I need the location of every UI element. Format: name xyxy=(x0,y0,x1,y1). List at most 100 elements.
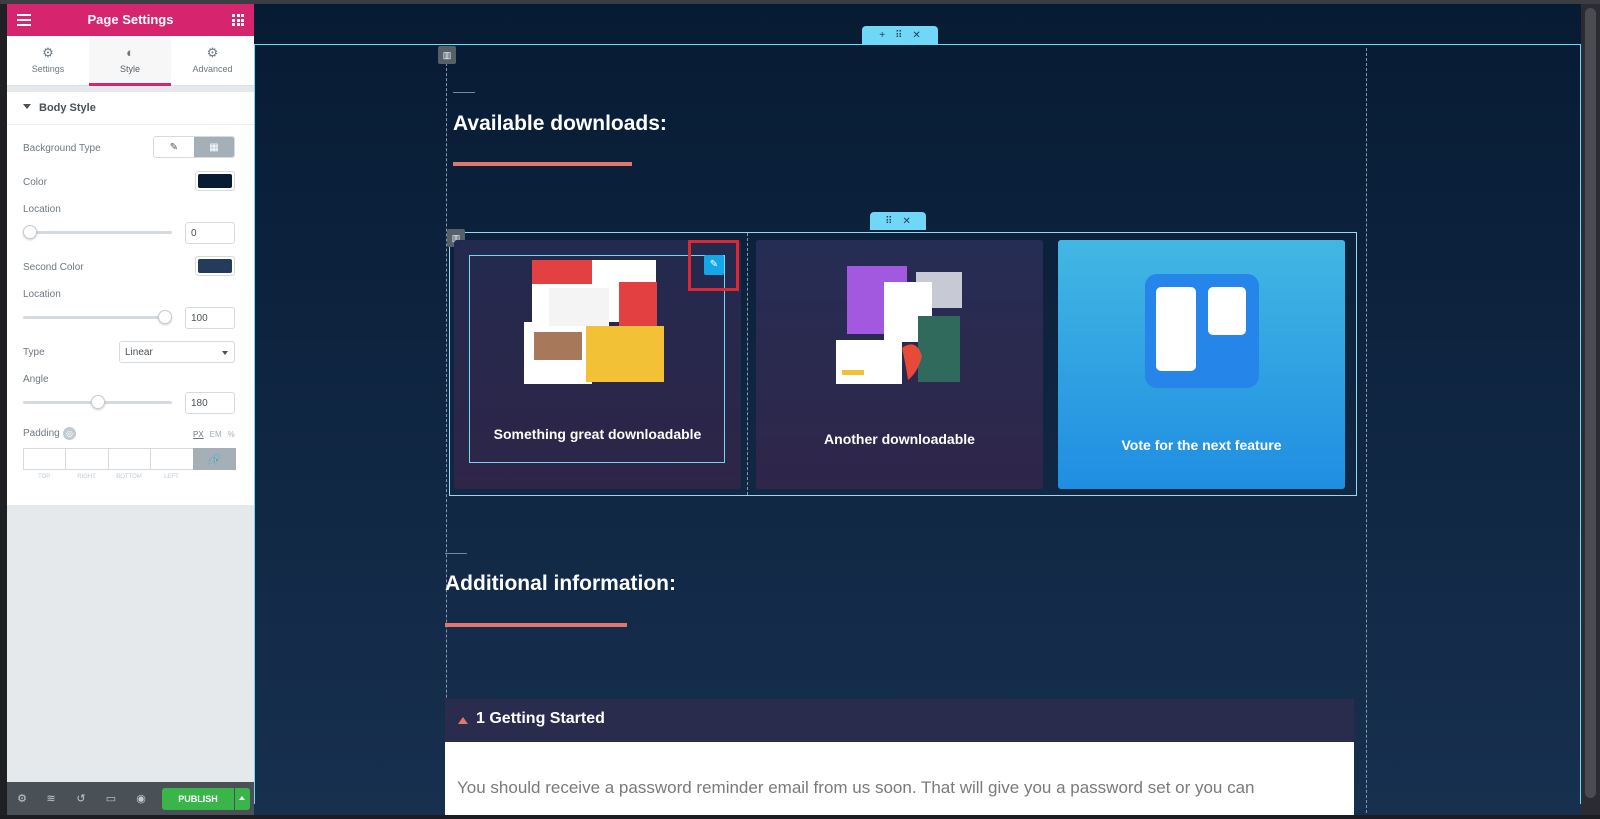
page-preview: + ⠿ ✕ ▥ Available downloads: ⠿ ✕ ▥ Somethin… xyxy=(254,4,1581,815)
heading-underline xyxy=(453,162,632,166)
padding-bottom-label: BOTTOM xyxy=(116,474,142,480)
tab-advanced[interactable]: ⚙ Advanced xyxy=(171,36,254,86)
padding-labels: TOP RIGHT BOTTOM LEFT xyxy=(23,474,235,480)
padding-inputs: 🔗 xyxy=(23,448,237,470)
left-edge xyxy=(0,4,7,815)
type-select[interactable]: Linear xyxy=(119,341,235,363)
tab-style[interactable]: ◐ Style xyxy=(89,36,171,86)
accordion-content: You should receive a password reminder e… xyxy=(445,742,1354,815)
padding-bottom-input[interactable] xyxy=(107,448,152,470)
location-input[interactable]: 0 xyxy=(185,222,235,244)
second-location-label: Location xyxy=(23,289,61,300)
history-icon[interactable]: ↺ xyxy=(74,792,88,806)
section-title: Body Style xyxy=(39,102,96,114)
panel-footer: ⚙ ≋ ↺ ▭ ◉ PUBLISH xyxy=(7,782,254,815)
chevron-down-icon xyxy=(222,351,228,355)
responsive-icon[interactable]: ◎ xyxy=(63,427,76,440)
inner-section-handle[interactable]: ⠿ ✕ xyxy=(870,212,926,230)
section-toggle-body-style[interactable]: Body Style xyxy=(7,92,254,125)
widget-edit-outline xyxy=(469,255,725,463)
card-3-title: Vote for the next feature xyxy=(1121,437,1282,453)
gear-icon[interactable]: ⚙ xyxy=(15,792,29,806)
second-color-swatch-fill xyxy=(198,259,232,273)
angle-input[interactable]: 180 xyxy=(185,392,235,414)
brush-icon[interactable]: ✎ xyxy=(154,137,194,157)
slider-handle[interactable] xyxy=(23,225,37,239)
angle-label: Angle xyxy=(23,374,49,385)
bottom-strip xyxy=(0,815,1600,819)
second-location-slider[interactable] xyxy=(23,310,172,324)
background-type-label: Background Type xyxy=(23,143,101,154)
padding-label: Padding xyxy=(23,428,60,439)
card-2-title: Another downloadable xyxy=(824,431,975,447)
padding-left-label: LEFT xyxy=(164,474,179,480)
angle-slider[interactable] xyxy=(23,395,172,409)
accordion-header[interactable]: 1 Getting Started xyxy=(445,699,1354,742)
publish-options-caret[interactable] xyxy=(235,788,250,810)
second-color-label: Second Color xyxy=(23,262,84,273)
type-label: Type xyxy=(23,347,45,358)
second-color-swatch[interactable] xyxy=(195,256,235,276)
units-switch: PX EM% xyxy=(193,430,241,439)
slider-handle[interactable] xyxy=(158,310,172,324)
publish-button[interactable]: PUBLISH xyxy=(162,788,234,810)
accordion-text: You should receive a password reminder e… xyxy=(457,778,1255,797)
gradient-icon[interactable]: ▦ xyxy=(194,137,234,157)
available-downloads-heading: Available downloads: xyxy=(453,112,667,135)
gear-icon: ⚙ xyxy=(206,45,219,60)
panel-title: Page Settings xyxy=(87,12,174,27)
heading-underline xyxy=(445,623,627,627)
slider-handle[interactable] xyxy=(90,395,105,409)
padding-right-input[interactable] xyxy=(65,448,109,470)
divider-small xyxy=(453,92,475,93)
drag-icon[interactable]: ⠿ xyxy=(895,30,902,41)
location-label: Location xyxy=(23,204,61,215)
caret-down-icon xyxy=(23,104,31,109)
tab-advanced-label: Advanced xyxy=(192,64,233,74)
second-location-input[interactable]: 100 xyxy=(185,307,235,329)
type-select-value: Linear xyxy=(125,347,153,358)
link-values-icon[interactable]: 🔗 xyxy=(192,448,237,470)
highlight-box xyxy=(688,240,739,291)
trello-logo-left xyxy=(1156,287,1196,371)
style-controls: Background Type ✎ ▦ Color Location 0 Sec… xyxy=(7,125,254,505)
half-circle-icon: ◐ xyxy=(126,45,134,60)
trello-logo-right xyxy=(1208,287,1246,335)
plus-icon[interactable]: + xyxy=(879,30,885,41)
download-card-2[interactable]: Another downloadable xyxy=(756,240,1043,489)
newsletter-collage-image xyxy=(836,266,962,384)
unit-px[interactable]: PX xyxy=(193,430,204,439)
drag-icon[interactable]: ⠿ xyxy=(885,216,892,227)
panel-tabs: ⚙ Settings ◐ Style ⚙ Advanced xyxy=(7,36,254,86)
eye-icon[interactable]: ◉ xyxy=(134,792,148,806)
tab-settings-label: Settings xyxy=(31,64,65,74)
unit-em[interactable]: EM xyxy=(210,430,222,439)
elementor-editor: Page Settings ⚙ Settings ◐ Style ⚙ Advan… xyxy=(0,0,1600,819)
column-handle-icon[interactable]: ▥ xyxy=(438,46,456,64)
widgets-grid-icon[interactable] xyxy=(232,14,244,26)
scrollbar-thumb[interactable] xyxy=(1585,8,1596,798)
accordion-title: 1 Getting Started xyxy=(476,710,605,727)
color-swatch[interactable] xyxy=(195,171,235,191)
unit-percent[interactable]: % xyxy=(228,430,235,439)
background-type-switch: ✎ ▦ xyxy=(153,136,235,158)
close-icon[interactable]: ✕ xyxy=(902,216,910,227)
tab-style-label: Style xyxy=(119,64,140,74)
close-icon[interactable]: ✕ xyxy=(912,30,920,41)
color-swatch-fill xyxy=(198,174,232,188)
additional-information-heading: Additional information: xyxy=(445,572,676,595)
collage-white-card xyxy=(836,340,902,384)
padding-top-input[interactable] xyxy=(23,448,67,470)
padding-left-input[interactable] xyxy=(150,448,194,470)
layers-icon[interactable]: ≋ xyxy=(44,792,58,806)
settings-panel: Page Settings ⚙ Settings ◐ Style ⚙ Advan… xyxy=(7,4,254,782)
responsive-icon[interactable]: ▭ xyxy=(104,792,118,806)
tab-settings[interactable]: ⚙ Settings xyxy=(7,36,89,86)
caret-up-icon xyxy=(458,717,468,724)
feature-vote-card[interactable]: Vote for the next feature xyxy=(1058,240,1345,489)
color-label: Color xyxy=(23,177,47,188)
section-handle[interactable]: + ⠿ ✕ xyxy=(862,26,938,44)
card-divider xyxy=(747,233,748,495)
collage-button xyxy=(842,370,864,375)
location-slider[interactable] xyxy=(23,225,172,239)
